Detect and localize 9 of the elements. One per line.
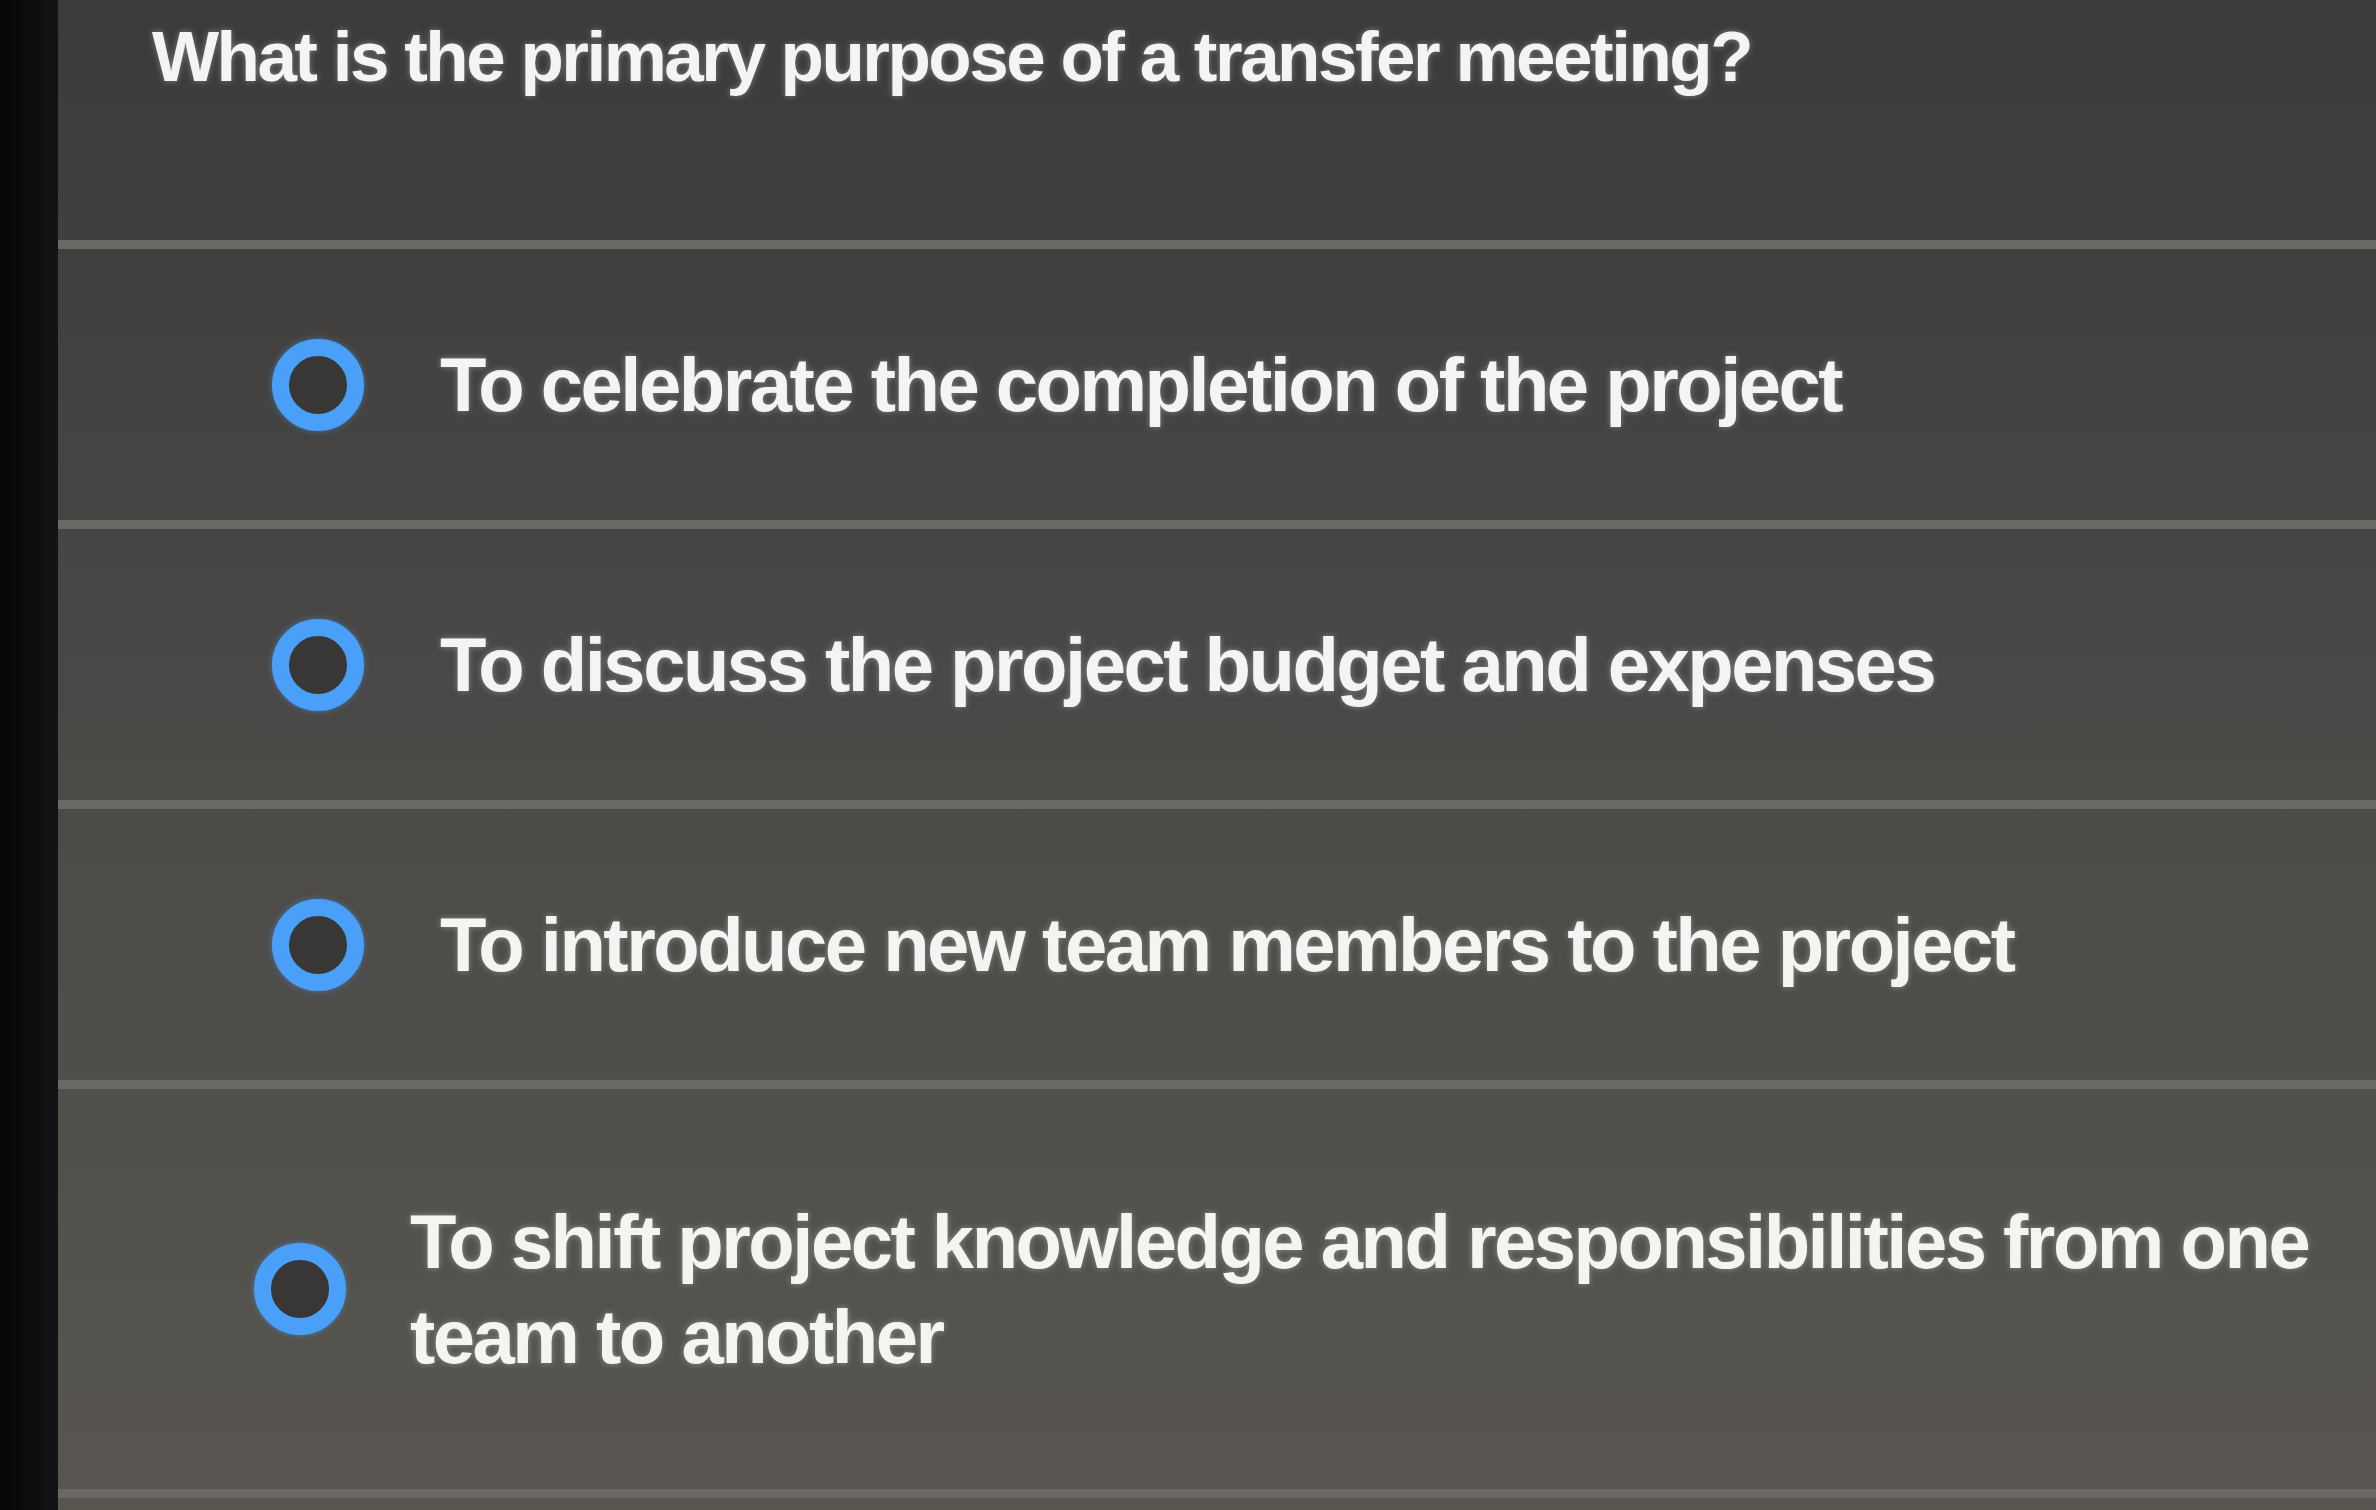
option-label[interactable]: To celebrate the completion of the project — [440, 337, 1842, 432]
option-label[interactable]: To introduce new team members to the project — [440, 897, 2014, 992]
question-text: What is the primary purpose of a transfer meeting? — [152, 16, 1753, 98]
option-label[interactable]: To shift project knowledge and responsibilities from one team to another — [410, 1194, 2370, 1384]
radio-button[interactable] — [254, 1243, 346, 1335]
radio-button[interactable] — [272, 898, 364, 991]
option-label[interactable]: To discuss the project budget and expenses — [440, 617, 1935, 712]
radio-button[interactable] — [272, 618, 364, 711]
radio-button[interactable] — [272, 338, 364, 431]
